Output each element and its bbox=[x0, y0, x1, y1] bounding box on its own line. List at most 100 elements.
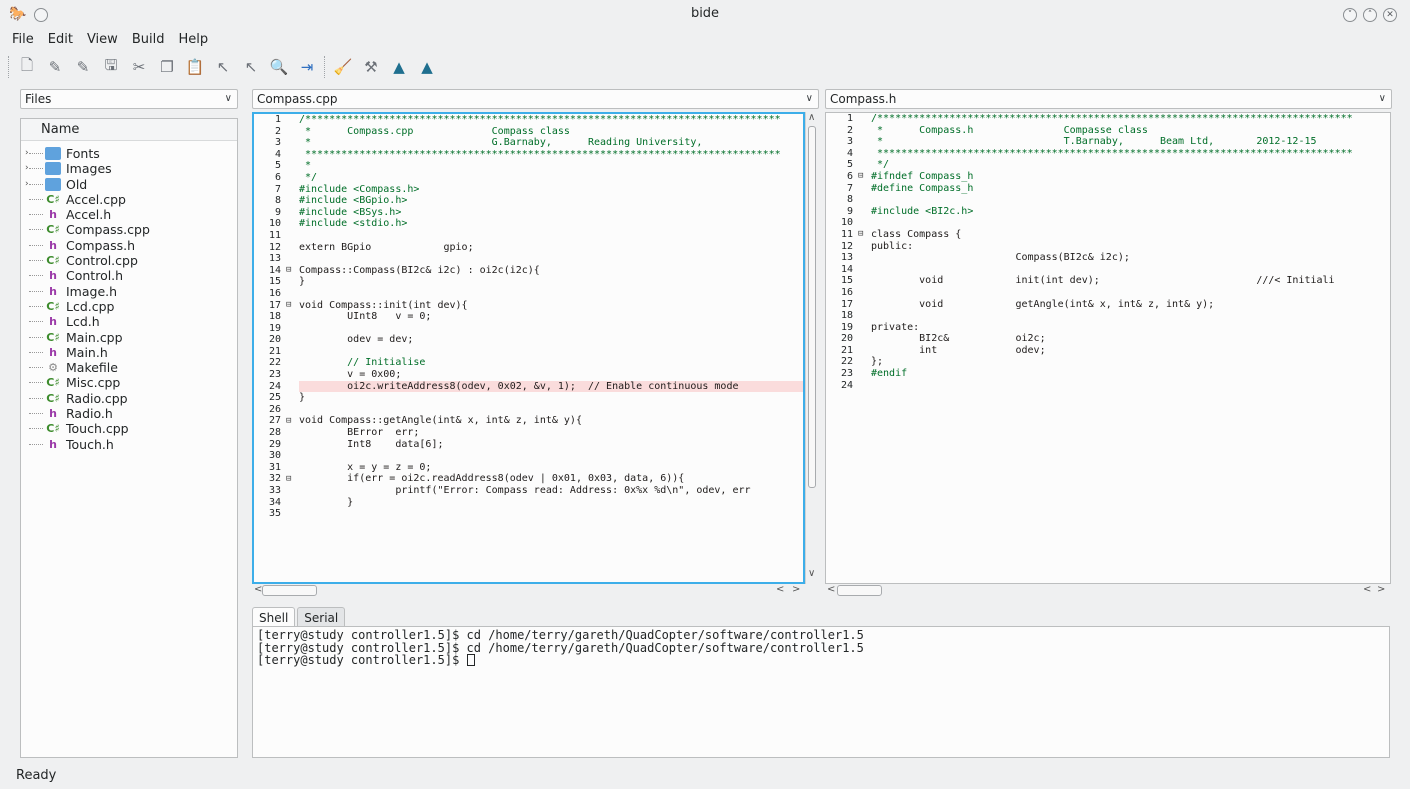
menu-file[interactable]: File bbox=[10, 32, 36, 50]
tab-serial[interactable]: Serial bbox=[297, 607, 346, 627]
save-icon[interactable]: 🖫 bbox=[100, 56, 122, 78]
tree-file-item[interactable]: C♯ Control.cpp bbox=[21, 253, 237, 268]
horizontal-scrollbar-left[interactable]: < < > bbox=[252, 584, 818, 597]
select-icon[interactable]: ↖ bbox=[212, 56, 234, 78]
fold-toggle-icon[interactable]: ⊟ bbox=[286, 416, 291, 426]
tree-file-item[interactable]: h Compass.h bbox=[21, 238, 237, 253]
tree-file-item[interactable]: ⚙ Makefile bbox=[21, 360, 237, 375]
scrollbar-thumb[interactable] bbox=[808, 126, 816, 488]
new-file-icon[interactable]: 🗋 bbox=[16, 56, 38, 78]
tree-branch-line bbox=[29, 321, 43, 323]
menu-help[interactable]: Help bbox=[176, 32, 210, 50]
horizontal-scrollbar-right[interactable]: < < > bbox=[825, 584, 1391, 597]
code-line: #endif bbox=[871, 368, 908, 380]
code-line: printf("Error: Compass read: Address: 0x… bbox=[299, 485, 751, 496]
scroll-left-icon[interactable]: < bbox=[776, 584, 784, 595]
scroll-down-icon[interactable]: ∨ bbox=[808, 568, 815, 579]
code-editor-right[interactable]: 1 2 3 4 5 6 7 8 9 10 11 12 13 14 15 16 17 18 19 20 21 22 23 24 … bbox=[825, 112, 1391, 584]
minimize-button[interactable]: ˅ bbox=[1343, 8, 1357, 22]
fold-toggle-icon[interactable]: ⊟ bbox=[858, 171, 863, 181]
tree-file-item[interactable]: C♯ Accel.cpp bbox=[21, 192, 237, 207]
code-line: * G.Barnaby, Reading University, bbox=[299, 137, 703, 149]
tree-file-item[interactable]: h Image.h bbox=[21, 284, 237, 299]
search-icon[interactable]: 🔍 bbox=[268, 56, 290, 78]
scroll-up-icon[interactable]: ∧ bbox=[808, 112, 815, 123]
expand-arrow-icon[interactable]: › bbox=[25, 146, 29, 161]
tree-file-item[interactable]: h Radio.h bbox=[21, 406, 237, 421]
code-text-area[interactable]: /***************************************… bbox=[871, 113, 1390, 583]
code-line: * T.Barnaby, Beam Ltd, 2012-12-15 bbox=[871, 136, 1317, 148]
tree-branch-line bbox=[29, 168, 43, 170]
maximize-button[interactable]: ˄ bbox=[1363, 8, 1377, 22]
code-editor-left[interactable]: 1 2 3 4 5 6 7 8 9 10 11 12 13 14 15 16 17 18 19 20 21 22 23 24 2… bbox=[252, 112, 805, 584]
code-line: extern BGpio gpio; bbox=[299, 241, 474, 253]
tree-file-item[interactable]: h Lcd.h bbox=[21, 314, 237, 329]
tree-file-item[interactable]: h Touch.h bbox=[21, 437, 237, 452]
menu-build[interactable]: Build bbox=[130, 32, 167, 50]
paste-icon[interactable]: 📋 bbox=[184, 56, 206, 78]
code-text-area[interactable]: /***************************************… bbox=[299, 114, 803, 582]
fold-toggle-icon[interactable]: ⊟ bbox=[286, 265, 291, 275]
tree-file-item[interactable]: C♯ Compass.cpp bbox=[21, 222, 237, 237]
tab-shell[interactable]: Shell bbox=[252, 607, 296, 627]
shell-terminal[interactable]: [terry@study controller1.5]$ cd /home/te… bbox=[252, 626, 1390, 758]
tools-icon[interactable]: ⚒ bbox=[360, 56, 382, 78]
scrollbar-thumb[interactable] bbox=[837, 585, 882, 596]
header-file-icon: h bbox=[49, 284, 57, 298]
menu-view[interactable]: View bbox=[85, 32, 120, 50]
fold-toggle-icon[interactable]: ⊟ bbox=[858, 229, 863, 239]
tree-file-item[interactable]: C♯ Misc.cpp bbox=[21, 375, 237, 390]
fold-toggle-icon[interactable]: ⊟ bbox=[286, 474, 291, 484]
tree-folder-item[interactable]: › Old bbox=[21, 177, 237, 192]
tree-folder-item[interactable]: › Fonts bbox=[21, 146, 237, 161]
goto-icon[interactable]: ⇥ bbox=[296, 56, 318, 78]
tree-file-item[interactable]: C♯ Lcd.cpp bbox=[21, 299, 237, 314]
build-icon[interactable]: 🧹 bbox=[332, 56, 354, 78]
editor-file-combo-left[interactable]: Compass.cpp ∨ bbox=[252, 89, 819, 109]
toolbar-separator bbox=[324, 56, 326, 78]
scrollbar-thumb[interactable] bbox=[262, 585, 317, 596]
tree-file-item[interactable]: C♯ Touch.cpp bbox=[21, 421, 237, 436]
line-number: 11 bbox=[268, 229, 281, 241]
tree-file-item[interactable]: C♯ Radio.cpp bbox=[21, 391, 237, 406]
code-line: #define Compass_h bbox=[871, 182, 974, 194]
copy-icon[interactable]: ❐ bbox=[156, 56, 178, 78]
expand-arrow-icon[interactable]: › bbox=[25, 177, 29, 192]
files-combo[interactable]: Files ∨ bbox=[20, 89, 238, 109]
scroll-left-icon[interactable]: < bbox=[827, 584, 835, 595]
code-line: odev = dev; bbox=[299, 334, 414, 346]
open-icon[interactable]: ✎ bbox=[44, 56, 66, 78]
code-line: class Compass { bbox=[871, 228, 962, 240]
tree-folder-item[interactable]: › Images bbox=[21, 161, 237, 176]
tree-file-item[interactable]: h Main.h bbox=[21, 345, 237, 360]
line-number: 6 bbox=[274, 171, 281, 183]
status-bar: Ready bbox=[16, 768, 57, 783]
scroll-right-icon[interactable]: > bbox=[1377, 584, 1385, 595]
toolbar-grip[interactable] bbox=[8, 56, 10, 78]
fold-toggle-icon[interactable]: ⊟ bbox=[286, 300, 291, 310]
tree-file-item[interactable]: C♯ Main.cpp bbox=[21, 330, 237, 345]
shell-prompt: [terry@study controller1.5]$ bbox=[257, 653, 467, 667]
scroll-left-icon[interactable]: < bbox=[1363, 584, 1371, 595]
run-icon[interactable]: ▲ bbox=[388, 56, 410, 78]
tree-item-label: Control.h bbox=[66, 268, 124, 284]
close-button[interactable]: ✕ bbox=[1383, 8, 1397, 22]
vertical-scrollbar-left[interactable]: ∧ ∨ bbox=[805, 112, 818, 584]
debug-icon[interactable]: ▲ bbox=[416, 56, 438, 78]
tree-item-label: Accel.cpp bbox=[66, 191, 126, 207]
tree-file-item[interactable]: h Control.h bbox=[21, 268, 237, 283]
name-column-header[interactable]: Name bbox=[21, 119, 237, 141]
menu-edit[interactable]: Edit bbox=[46, 32, 75, 50]
open-recent-icon[interactable]: ✎ bbox=[72, 56, 94, 78]
tree-file-item[interactable]: h Accel.h bbox=[21, 207, 237, 222]
editor-file-combo-right[interactable]: Compass.h ∨ bbox=[825, 89, 1392, 109]
code-line: // Initialise bbox=[299, 357, 426, 369]
expand-arrow-icon[interactable]: › bbox=[25, 161, 29, 176]
find-icon[interactable]: ↖ bbox=[240, 56, 262, 78]
cut-icon[interactable]: ✂ bbox=[128, 56, 150, 78]
scroll-right-icon[interactable]: > bbox=[792, 584, 800, 595]
